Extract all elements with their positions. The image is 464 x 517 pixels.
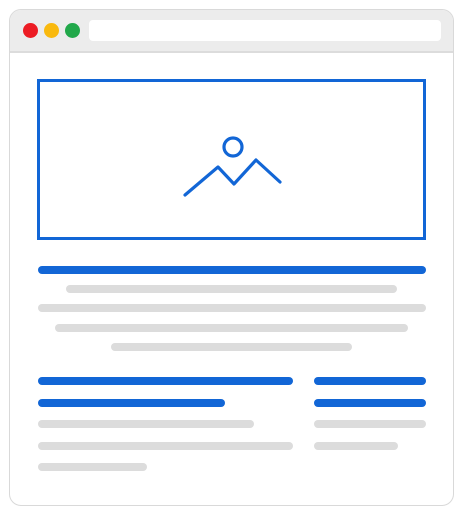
right-column-text-line xyxy=(314,420,426,428)
text-line xyxy=(111,343,352,351)
text-line xyxy=(55,324,408,332)
mountains-shape xyxy=(183,158,282,197)
hero-image-placeholder xyxy=(37,79,426,240)
title-bar xyxy=(10,10,453,53)
left-column-subheading-line xyxy=(38,399,225,407)
close-window-button[interactable] xyxy=(23,23,38,38)
left-column-heading-line xyxy=(38,377,293,385)
right-column-text-line xyxy=(314,442,398,450)
left-column-text-line xyxy=(38,420,254,428)
left-column-text-line xyxy=(38,463,147,471)
minimize-window-button[interactable] xyxy=(44,23,59,38)
left-column-text-line xyxy=(38,442,293,450)
text-line xyxy=(38,304,426,312)
text-line xyxy=(66,285,397,293)
maximize-window-button[interactable] xyxy=(65,23,80,38)
sun-shape xyxy=(222,136,244,158)
image-placeholder-icon xyxy=(183,136,282,197)
right-column-subheading-line xyxy=(314,399,426,407)
headline-line xyxy=(38,266,426,274)
browser-window xyxy=(9,9,454,506)
address-bar[interactable] xyxy=(89,20,441,41)
right-column-heading-line xyxy=(314,377,426,385)
